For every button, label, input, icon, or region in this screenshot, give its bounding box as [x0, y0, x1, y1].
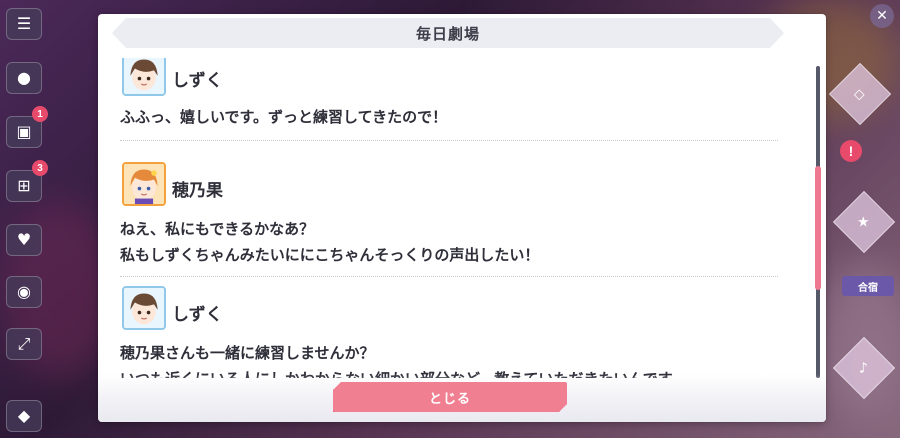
heart-icon[interactable]: ♥	[6, 224, 42, 256]
dialogue-line: 私もしずくちゃんみたいににこちゃんそっくりの声出したい！	[120, 246, 540, 264]
dialogue-line: 穂乃果さんも一緒に練習しませんか？	[120, 344, 375, 362]
menu-icon[interactable]: ☰	[6, 8, 42, 40]
speaker-name: しずく	[172, 71, 223, 91]
scrollbar-thumb[interactable]	[815, 166, 821, 290]
close-icon[interactable]: ✕	[870, 4, 894, 28]
divider	[120, 276, 778, 277]
dialogue-line: ふふっ、嬉しいです。ずっと練習してきたので！	[120, 108, 448, 126]
divider	[120, 140, 778, 141]
shizuku-avatar-icon	[122, 286, 166, 330]
close-button-label: とじる	[428, 391, 471, 407]
speaker-name: しずく	[172, 305, 223, 325]
speaker-name: 穂乃果	[172, 181, 223, 201]
notification-badge: 1	[32, 106, 48, 122]
notification-badge: 3	[32, 160, 48, 176]
expand-icon[interactable]: ⤢	[6, 328, 42, 360]
close-button[interactable]: とじる	[333, 382, 567, 412]
dialogue-line: ねえ、私にもできるかなあ？	[120, 220, 315, 238]
dialogue-log[interactable]: しずく ふふっ、嬉しいです。ずっと練習してきたので！ 穂乃果 ねえ、私にもできる…	[98, 58, 826, 378]
diamond-menu-icon[interactable]: ◇	[828, 62, 892, 126]
live-icon[interactable]: ♪	[832, 336, 896, 400]
right-sidebar: ✕ ◇ ! ★ 合宿 ♪	[828, 0, 900, 438]
shizuku-avatar-icon	[122, 58, 166, 96]
honoka-avatar-icon	[122, 162, 166, 206]
camp-label[interactable]: 合宿	[842, 276, 894, 296]
daily-theater-dialog: 毎日劇場 しずく ふふっ、嬉しいです。ずっと練習してきたので！ 穂乃果 ねえ、私…	[98, 14, 826, 422]
event-icon[interactable]: ★	[832, 190, 896, 254]
school-idol-icon[interactable]: ◆	[6, 400, 42, 432]
dialog-title: 毎日劇場	[415, 24, 480, 43]
dialog-header: 毎日劇場	[112, 18, 784, 48]
alert-badge: !	[840, 140, 862, 162]
chat-icon[interactable]: ●	[6, 62, 42, 94]
camera-icon[interactable]: ◉	[6, 276, 42, 308]
